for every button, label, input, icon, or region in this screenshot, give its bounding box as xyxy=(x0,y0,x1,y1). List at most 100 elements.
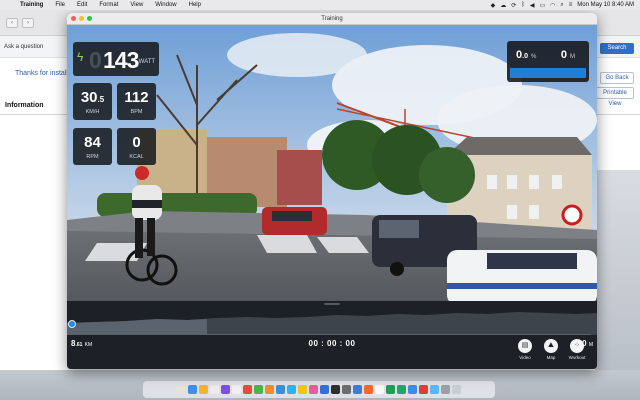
dock-app-icon[interactable] xyxy=(254,385,263,394)
dock-app-icon[interactable] xyxy=(375,385,384,394)
route-panel: 8.61 KM 00 : 00 : 00 0 M ▤ Video ⛰ Map ⁘… xyxy=(67,301,597,369)
ask-question-link[interactable]: Ask a question xyxy=(4,44,43,50)
speed-integer: 30 xyxy=(80,89,98,106)
grade-tile: 0.0 % 0 M xyxy=(507,41,589,82)
grade-distance: 0 M xyxy=(561,49,575,61)
progress-track[interactable] xyxy=(72,334,591,335)
speed-value: 30.5 xyxy=(73,89,112,106)
dropbox-icon[interactable]: ◆ xyxy=(491,2,496,9)
search-button[interactable]: Search xyxy=(600,43,634,54)
ride-video[interactable]: ϟ 0 143 WATT 30.5 KM/H 112 BPM 84 RPM 0 … xyxy=(67,25,597,301)
dock-app-icon[interactable] xyxy=(441,385,450,394)
remaining-distance-unit: M xyxy=(588,342,593,348)
video-mode-label: Video xyxy=(519,355,531,360)
background-back-button[interactable]: ‹ xyxy=(6,17,18,28)
background-shade xyxy=(595,170,640,380)
dock-app-icon[interactable] xyxy=(309,385,318,394)
window-title: Training xyxy=(321,15,343,22)
menu-window[interactable]: Window xyxy=(149,2,182,8)
dock-app-icon[interactable] xyxy=(199,385,208,394)
grade-distance-value: 0 xyxy=(560,49,567,61)
dock-app-icon[interactable] xyxy=(408,385,417,394)
dock-app-icon[interactable] xyxy=(276,385,285,394)
dock-app-icon[interactable] xyxy=(386,385,395,394)
dock-app-icon[interactable] xyxy=(342,385,351,394)
menu-view[interactable]: View xyxy=(124,2,149,8)
menu-format[interactable]: Format xyxy=(93,2,124,8)
battery-icon[interactable]: ▭ xyxy=(539,2,545,9)
dock-app-icon[interactable] xyxy=(298,385,307,394)
cadence-unit: RPM xyxy=(86,154,99,160)
speed-decimal: .5 xyxy=(97,95,105,104)
cadence-value: 84 xyxy=(84,134,101,151)
menu-bar-status: ◆ ☁ ⟳ ᛒ ◀ ▭ ◠ ⌕ ≡ Mon May 10 8:40 AM xyxy=(491,2,640,9)
volume-icon[interactable]: ◀ xyxy=(530,2,535,9)
dock-app-icon[interactable] xyxy=(331,385,340,394)
elevation-profile xyxy=(67,312,597,335)
search-icon[interactable]: ⌕ xyxy=(560,2,563,9)
grade-distance-unit: M xyxy=(570,54,575,60)
calories-value: 0 xyxy=(132,134,141,151)
printable-view-button[interactable]: Printable View xyxy=(596,87,634,107)
title-bar[interactable]: Training xyxy=(67,13,597,25)
grade-decimal: .0 xyxy=(522,53,528,60)
menu-file[interactable]: File xyxy=(49,2,71,8)
dock-app-icon[interactable] xyxy=(353,385,362,394)
speed-tile: 30.5 KM/H xyxy=(73,83,112,120)
heart-rate-unit: BPM xyxy=(130,109,143,115)
power-value: 143 xyxy=(103,47,139,73)
calories-tile: 0 KCAL xyxy=(117,128,156,165)
menu-clock[interactable]: Mon May 10 8:40 AM xyxy=(577,2,634,8)
menu-edit[interactable]: Edit xyxy=(71,2,93,8)
workout-mode-button[interactable]: ⁘ Workout xyxy=(566,339,588,360)
dock-app-icon[interactable] xyxy=(265,385,274,394)
dock-app-icon[interactable] xyxy=(243,385,252,394)
dock-app-icon[interactable] xyxy=(232,385,241,394)
speed-unit: KM/H xyxy=(85,109,100,115)
grade-value: 0.0 % xyxy=(516,49,536,61)
dock-app-icon[interactable] xyxy=(397,385,406,394)
dock-app-icon[interactable] xyxy=(364,385,373,394)
power-bolt-icon: ϟ xyxy=(77,50,84,64)
workout-mode-label: Workout xyxy=(568,355,586,360)
menu-app-name[interactable]: Training xyxy=(14,2,49,8)
menu-help[interactable]: Help xyxy=(183,2,207,8)
dock-app-icon[interactable] xyxy=(287,385,296,394)
information-heading: Information xyxy=(5,102,44,109)
dock-app-icon[interactable] xyxy=(320,385,329,394)
calories-unit: KCAL xyxy=(129,154,144,160)
sync-icon[interactable]: ⟳ xyxy=(511,2,516,9)
dock-app-icon[interactable] xyxy=(430,385,439,394)
control-center-icon[interactable]: ≡ xyxy=(569,2,573,8)
power-tile: ϟ 0 143 WATT xyxy=(73,42,159,76)
dock-app-icon[interactable] xyxy=(452,385,461,394)
go-back-button[interactable]: Go Back xyxy=(600,72,634,84)
map-mode-button[interactable]: ⛰ Map xyxy=(540,339,562,360)
heart-rate-value: 112 xyxy=(124,89,149,106)
cadence-tile: 84 RPM xyxy=(73,128,112,165)
dock-app-icon[interactable] xyxy=(177,385,186,394)
bluetooth-icon[interactable]: ᛒ xyxy=(521,2,525,8)
progress-knob[interactable] xyxy=(68,320,76,328)
dock-app-icon[interactable] xyxy=(419,385,428,394)
grade-bar xyxy=(510,68,586,78)
dock xyxy=(143,381,495,398)
dock-app-icon[interactable] xyxy=(210,385,219,394)
workout-icon: ⁘ xyxy=(570,339,584,353)
heart-rate-tile: 112 BPM xyxy=(117,83,156,120)
menu-bar: Training File Edit Format View Window He… xyxy=(0,0,640,10)
dock-app-icon[interactable] xyxy=(188,385,197,394)
video-icon: ▤ xyxy=(518,339,532,353)
video-mode-button[interactable]: ▤ Video xyxy=(514,339,536,360)
training-window: Training ϟ 0 143 WATT 30.5 KM/H 112 BPM … xyxy=(67,13,597,369)
power-ghost-digit: 0 xyxy=(89,47,102,73)
cloud-icon[interactable]: ☁ xyxy=(500,2,506,9)
power-unit: WATT xyxy=(138,59,155,65)
map-icon: ⛰ xyxy=(544,339,558,353)
wifi-icon[interactable]: ◠ xyxy=(550,2,555,9)
map-mode-label: Map xyxy=(546,355,556,360)
thanks-text: Thanks for install xyxy=(15,70,68,77)
grade-unit: % xyxy=(531,54,537,60)
background-forward-button[interactable]: › xyxy=(22,17,34,28)
dock-app-icon[interactable] xyxy=(221,385,230,394)
